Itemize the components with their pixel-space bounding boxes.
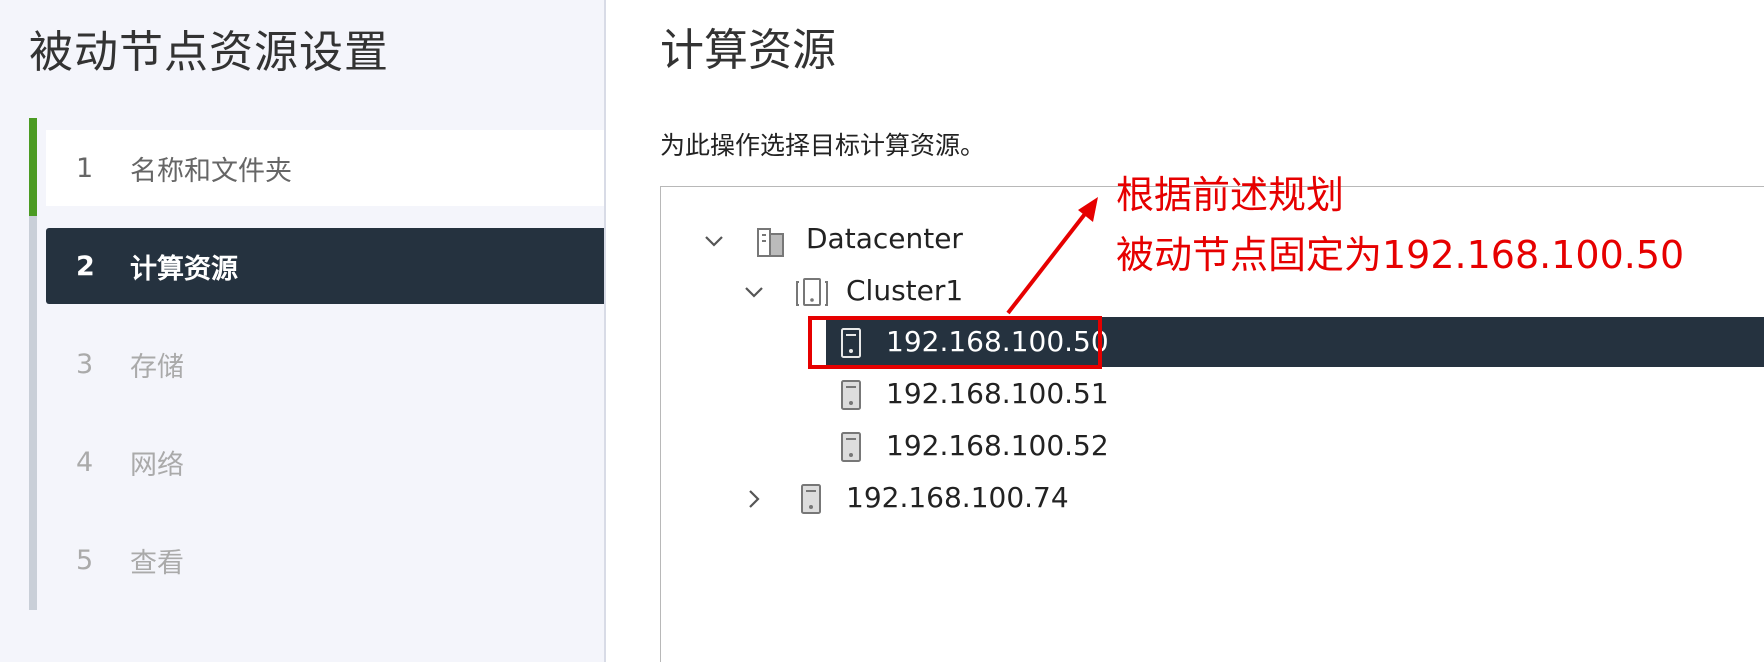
annotation-text-line1: 根据前述规划: [1116, 173, 1345, 217]
annotation-text-line2: 被动节点固定为192.168.100.50: [1116, 233, 1685, 277]
annotation-arrow: [1006, 197, 1098, 315]
